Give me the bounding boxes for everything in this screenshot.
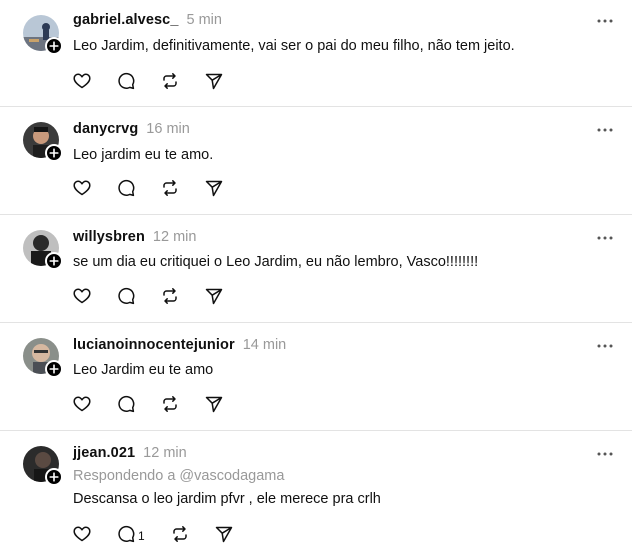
timestamp[interactable]: 16 min: [146, 121, 190, 137]
plus-icon: [49, 148, 59, 158]
repost-button[interactable]: [160, 393, 180, 415]
post-header: lucianoinnocentejunior 14 min: [73, 337, 286, 355]
reply-count: 1: [138, 529, 145, 543]
post: willysbren 12 min se um dia eu critiquei…: [0, 215, 634, 322]
heart-icon: [73, 180, 91, 196]
reply-button[interactable]: [116, 70, 136, 92]
timestamp[interactable]: 5 min: [187, 12, 222, 28]
post-header: willysbren 12 min: [73, 229, 196, 247]
heart-icon: [73, 73, 91, 89]
repost-icon: [163, 396, 177, 412]
comment-icon: [118, 179, 135, 197]
post-text: se um dia eu critiquei o Leo Jardim, eu …: [73, 254, 479, 270]
comment-icon: [118, 525, 135, 543]
reply-button[interactable]: [116, 285, 136, 307]
follow-button[interactable]: [45, 144, 63, 162]
post: jjean.021 12 min Respondendo a @vascodag…: [0, 431, 634, 558]
repost-button[interactable]: [160, 70, 180, 92]
more-options-button[interactable]: [594, 14, 616, 28]
more-options-button[interactable]: [594, 123, 616, 137]
follow-button[interactable]: [45, 468, 63, 486]
repost-icon: [163, 288, 177, 304]
username-link[interactable]: danycrvg: [73, 121, 138, 137]
follow-button[interactable]: [45, 37, 63, 55]
heart-icon: [73, 288, 91, 304]
share-button[interactable]: [204, 393, 224, 415]
thread-replies-feed: gabriel.alvesc_ 5 min Leo Jardim, defini…: [0, 0, 634, 558]
send-icon: [205, 73, 223, 90]
like-button[interactable]: [72, 70, 92, 92]
share-button[interactable]: [214, 523, 234, 545]
like-button[interactable]: [72, 523, 92, 545]
send-icon: [205, 180, 223, 197]
comment-icon: [118, 72, 135, 90]
repost-button[interactable]: [170, 523, 190, 545]
post: gabriel.alvesc_ 5 min Leo Jardim, defini…: [0, 0, 634, 106]
heart-icon: [73, 396, 91, 412]
more-options-button[interactable]: [594, 339, 616, 353]
comment-icon: [118, 395, 135, 413]
username-link[interactable]: gabriel.alvesc_: [73, 12, 179, 28]
send-icon: [205, 288, 223, 305]
plus-icon: [49, 256, 59, 266]
avatar[interactable]: [23, 122, 63, 162]
share-button[interactable]: [204, 285, 224, 307]
more-options-button[interactable]: [594, 447, 616, 461]
share-button[interactable]: [204, 70, 224, 92]
avatar[interactable]: [23, 15, 63, 55]
follow-button[interactable]: [45, 252, 63, 270]
post-text: Leo Jardim, definitivamente, vai ser o p…: [73, 38, 515, 54]
like-button[interactable]: [72, 285, 92, 307]
avatar[interactable]: [23, 338, 63, 378]
avatar[interactable]: [23, 446, 63, 486]
repost-button[interactable]: [160, 285, 180, 307]
username-link[interactable]: lucianoinnocentejunior: [73, 337, 235, 353]
send-icon: [205, 396, 223, 413]
more-options-icon: [597, 128, 613, 132]
plus-icon: [49, 472, 59, 482]
repost-icon: [173, 526, 187, 542]
timestamp[interactable]: 12 min: [153, 229, 197, 245]
username-link[interactable]: willysbren: [73, 229, 145, 245]
post: danycrvg 16 min Leo jardim eu te amo.: [0, 107, 634, 214]
reply-button[interactable]: 1: [116, 523, 145, 545]
follow-button[interactable]: [45, 360, 63, 378]
plus-icon: [49, 364, 59, 374]
like-button[interactable]: [72, 393, 92, 415]
send-icon: [215, 526, 233, 543]
post-header: gabriel.alvesc_ 5 min: [73, 12, 222, 30]
post-text: Descansa o leo jardim pfvr , ele merece …: [73, 491, 381, 507]
post-header: jjean.021 12 min: [73, 445, 187, 463]
username-link[interactable]: jjean.021: [73, 445, 135, 461]
post: lucianoinnocentejunior 14 min Leo Jardim…: [0, 323, 634, 430]
plus-icon: [49, 41, 59, 51]
more-options-icon: [597, 344, 613, 348]
share-button[interactable]: [204, 177, 224, 199]
more-options-icon: [597, 452, 613, 456]
reply-button[interactable]: [116, 393, 136, 415]
timestamp[interactable]: 12 min: [143, 445, 187, 461]
post-text: Leo Jardim eu te amo: [73, 362, 214, 378]
repost-icon: [163, 180, 177, 196]
reply-button[interactable]: [116, 177, 136, 199]
avatar[interactable]: [23, 230, 63, 270]
post-header: danycrvg 16 min: [73, 121, 190, 139]
post-text: Leo jardim eu te amo.: [73, 147, 214, 163]
comment-icon: [118, 287, 135, 305]
repost-button[interactable]: [160, 177, 180, 199]
more-options-icon: [597, 19, 613, 23]
reply-context-link[interactable]: Respondendo a @vascodagama: [73, 468, 284, 484]
more-options-icon: [597, 236, 613, 240]
repost-icon: [163, 73, 177, 89]
like-button[interactable]: [72, 177, 92, 199]
heart-icon: [73, 526, 91, 542]
more-options-button[interactable]: [594, 231, 616, 245]
timestamp[interactable]: 14 min: [243, 337, 287, 353]
